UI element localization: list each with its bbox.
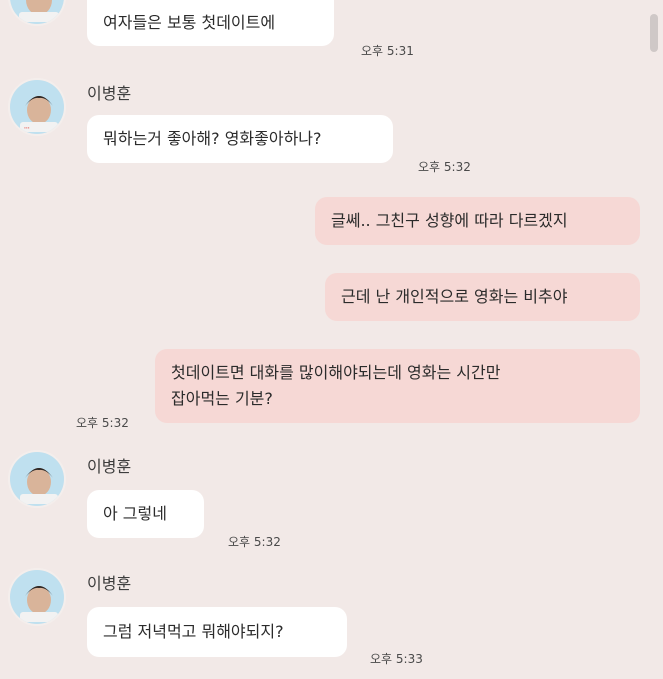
message-bubble[interactable]: 아 그렇네 xyxy=(87,490,204,538)
message-time: 오후 5:32 xyxy=(418,160,471,174)
avatar[interactable] xyxy=(8,0,66,26)
message-time: 오후 5:32 xyxy=(76,416,129,430)
message-time: 오후 5:31 xyxy=(361,44,414,58)
svg-text:ꞏꞏꞏ: ꞏꞏꞏ xyxy=(24,125,30,132)
message-bubble[interactable]: 그럼 저녁먹고 뭐해야되지? xyxy=(87,607,347,657)
message-text: 아 그렇네 xyxy=(103,504,167,523)
message-text: 여자들은 보통 첫데이트에 xyxy=(103,13,276,32)
sender-name: 이병훈 xyxy=(87,574,132,593)
message-bubble[interactable]: 첫데이트면 대화를 많이해야되는데 영화는 시간만 잡아먹는 기분? xyxy=(155,349,640,423)
message-text: 근데 난 개인적으로 영화는 비추야 xyxy=(341,287,568,306)
message-text: 잡아먹는 기분? xyxy=(171,389,273,408)
scrollbar[interactable] xyxy=(650,14,658,52)
message-bubble[interactable]: 뭐하는거 좋아해? 영화좋아하나? xyxy=(87,115,393,163)
avatar[interactable] xyxy=(8,568,66,626)
message-text: 그럼 저녁먹고 뭐해야되지? xyxy=(103,622,284,641)
message-bubble[interactable]: 글쎄.. 그친구 성향에 따라 다르겠지 xyxy=(315,197,640,245)
message-text: 글쎄.. 그친구 성향에 따라 다르겠지 xyxy=(331,211,568,230)
avatar[interactable]: ꞏꞏꞏ xyxy=(8,78,66,136)
sender-name: 이병훈 xyxy=(87,457,132,476)
sender-name: 이병훈 xyxy=(87,84,132,103)
message-text: 뭐하는거 좋아해? 영화좋아하나? xyxy=(103,129,322,148)
message-bubble[interactable]: 여자들은 보통 첫데이트에 xyxy=(87,0,334,46)
message-text: 첫데이트면 대화를 많이해야되는데 영화는 시간만 xyxy=(171,363,501,382)
message-time: 오후 5:33 xyxy=(370,652,423,666)
chat-view[interactable]: 여자들은 보통 첫데이트에 오후 5:31 ꞏꞏꞏ 이병훈 뭐하는거 좋아해? … xyxy=(0,0,663,679)
message-time: 오후 5:32 xyxy=(228,535,281,549)
message-bubble[interactable]: 근데 난 개인적으로 영화는 비추야 xyxy=(325,273,640,321)
avatar[interactable] xyxy=(8,450,66,508)
